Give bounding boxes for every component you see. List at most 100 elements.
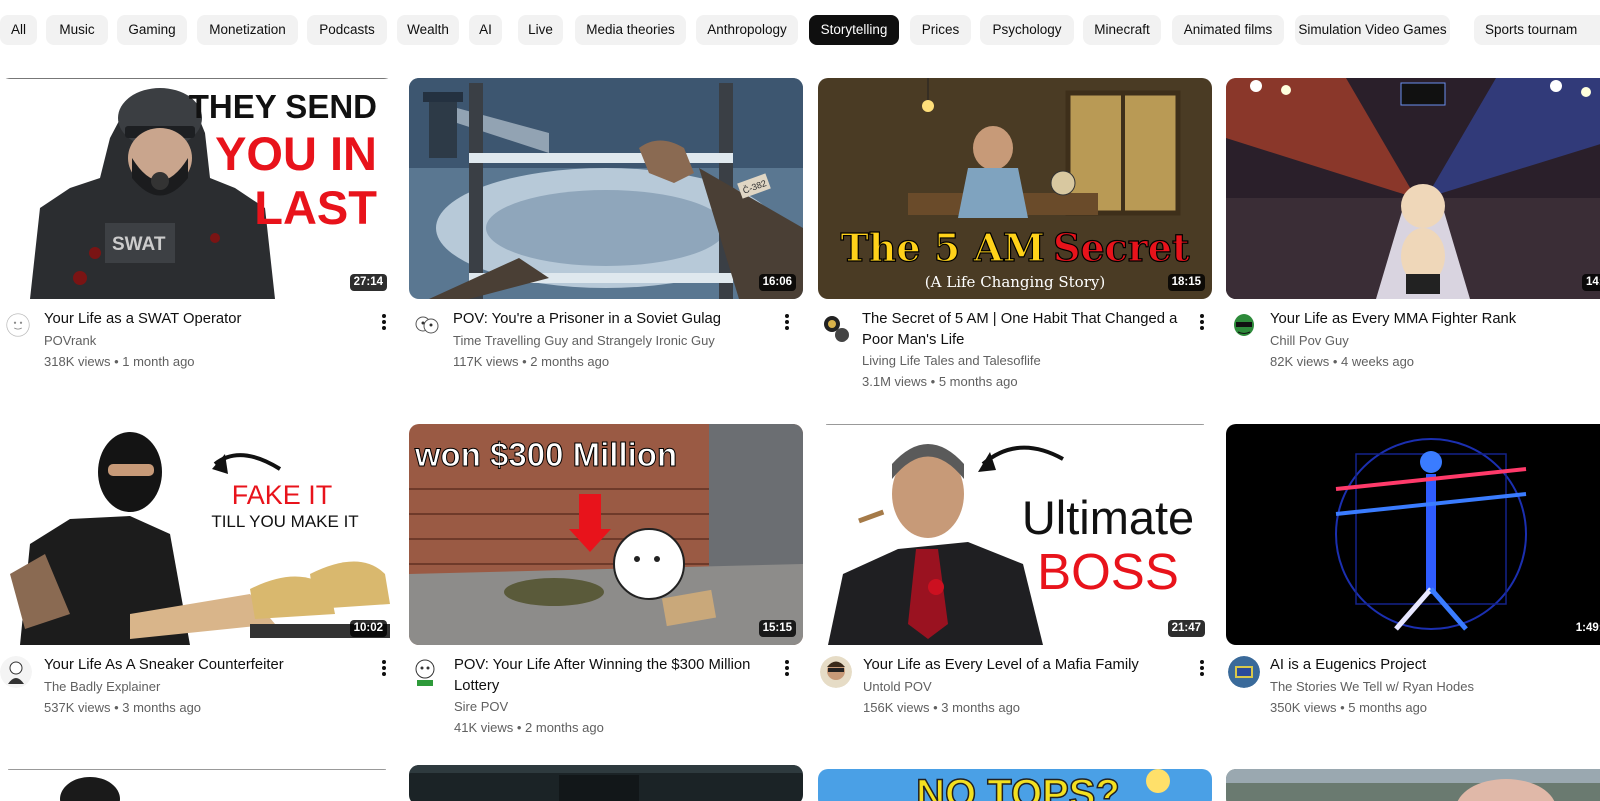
chip-wealth[interactable]: Wealth	[397, 15, 459, 45]
video-title[interactable]: Your Life as a SWAT Operator	[44, 309, 364, 330]
video-thumbnail[interactable]	[1226, 769, 1600, 801]
more-actions-button[interactable]	[1192, 658, 1212, 680]
chip-storytelling[interactable]: Storytelling	[809, 15, 899, 45]
video-stats: 117K views • 2 months ago	[453, 354, 610, 369]
chip-sports-tournaments[interactable]: Sports tournam	[1474, 15, 1600, 45]
video-thumbnail[interactable]: 1:49:1	[1226, 424, 1600, 645]
thumb-text-line1: THEY SEND	[189, 88, 377, 125]
thumb-title-text: The 5 AM Secret	[840, 225, 1189, 270]
thumb-text-main: FAKE IT	[232, 480, 333, 510]
chip-minecraft[interactable]: Minecraft	[1083, 15, 1161, 45]
duration-badge: 15:15	[758, 620, 796, 637]
channel-avatar[interactable]	[6, 313, 30, 337]
chip-animated-films[interactable]: Animated films	[1172, 15, 1284, 45]
channel-avatar[interactable]	[411, 310, 443, 342]
video-thumbnail[interactable]: FAKE IT TILL YOU MAKE IT 10:02	[0, 424, 394, 645]
chip-monetization[interactable]: Monetization	[197, 15, 298, 45]
thumb-text-sub: TILL YOU MAKE IT	[211, 512, 358, 531]
channel-name[interactable]: Untold POV	[863, 677, 1193, 697]
video-thumbnail[interactable]: 14:4	[1226, 78, 1600, 299]
channel-avatar[interactable]	[0, 656, 32, 688]
upload-age: 4 weeks ago	[1341, 354, 1415, 369]
chip-podcasts[interactable]: Podcasts	[307, 15, 387, 45]
chip-prices[interactable]: Prices	[910, 15, 971, 45]
view-count: 156K views	[863, 700, 930, 715]
mma-thumbnail-art	[1226, 78, 1600, 299]
more-actions-button[interactable]	[374, 658, 394, 680]
channel-avatar[interactable]	[820, 312, 852, 344]
chip-anthropology[interactable]: Anthropology	[696, 15, 798, 45]
video-title[interactable]: AI is a Eugenics Project	[1270, 655, 1590, 676]
swat-thumbnail-art: SWAT THEY SEND YOU IN LAST	[0, 78, 394, 299]
video-title[interactable]: Your Life as Every MMA Fighter Rank	[1270, 309, 1590, 330]
channel-name[interactable]: Time Travelling Guy and Strangely Ironic…	[453, 331, 783, 351]
thumb-text-main: won $300 Million	[414, 436, 677, 473]
video-thumbnail[interactable]: Č-382 16:06	[409, 78, 803, 299]
eugenics-thumbnail-art	[1226, 424, 1600, 645]
chip-all[interactable]: All	[0, 15, 37, 45]
video-stats: 41K views • 2 months ago	[454, 720, 604, 735]
video-title[interactable]: Your Life as Every Level of a Mafia Fami…	[863, 655, 1183, 676]
duration-badge: 1:49:1	[1571, 620, 1600, 637]
view-count: 537K views	[44, 700, 111, 715]
counterfeiter-thumbnail-art: FAKE IT TILL YOU MAKE IT	[0, 424, 394, 645]
video-thumbnail[interactable]: SWAT THEY SEND YOU IN LAST 27:14	[0, 78, 394, 299]
channel-avatar[interactable]	[820, 656, 852, 688]
video-thumbnail[interactable]: Ultimate BOSS 21:47	[818, 424, 1212, 645]
thumb-text-main: Ultimate	[1022, 491, 1194, 544]
mafia-thumbnail-art: Ultimate BOSS	[818, 424, 1212, 645]
video-title[interactable]: The Secret of 5 AM | One Habit That Chan…	[862, 309, 1182, 351]
video-thumbnail[interactable]: won $300 Million 15:15	[409, 424, 803, 645]
thumb-text-line3: LAST	[254, 181, 377, 234]
chip-psychology[interactable]: Psychology	[980, 15, 1074, 45]
upload-age: 1 month ago	[122, 354, 195, 369]
upload-age: 5 months ago	[938, 374, 1018, 389]
more-actions-button[interactable]	[777, 312, 797, 334]
chip-media-theories[interactable]: Media theories	[575, 15, 686, 45]
channel-avatar[interactable]	[409, 656, 441, 688]
view-count: 117K views	[453, 354, 519, 369]
more-actions-button[interactable]	[374, 312, 394, 334]
chip-live[interactable]: Live	[518, 15, 563, 45]
lottery-thumbnail-art: won $300 Million	[409, 424, 803, 645]
filter-chip-bar: All Music Gaming Monetization Podcasts W…	[0, 15, 1600, 45]
duration-badge: 27:14	[349, 274, 387, 291]
channel-name[interactable]: The Badly Explainer	[44, 677, 374, 697]
video-title[interactable]: POV: Your Life After Winning the $300 Mi…	[454, 655, 774, 697]
video-stats: 156K views • 3 months ago	[863, 700, 1021, 715]
upload-age: 3 months ago	[941, 700, 1021, 715]
channel-name[interactable]: Sire POV	[454, 697, 784, 717]
chip-music[interactable]: Music	[46, 15, 108, 45]
duration-badge: 18:15	[1167, 274, 1205, 291]
video-title[interactable]: POV: You're a Prisoner in a Soviet Gulag	[453, 309, 773, 330]
channel-name[interactable]: Chill Pov Guy	[1270, 331, 1600, 351]
video-thumbnail[interactable]: The 5 AM Secret (A Life Changing Story) 1…	[818, 78, 1212, 299]
video-title[interactable]: Your Life As A Sneaker Counterfeiter	[44, 655, 364, 676]
upload-age: 2 months ago	[525, 720, 604, 735]
duration-badge: 14:4	[1581, 274, 1600, 291]
view-count: 3.1M views	[862, 374, 928, 389]
chip-ai[interactable]: AI	[469, 15, 502, 45]
view-count: 41K views	[454, 720, 514, 735]
duration-badge: 10:02	[349, 620, 387, 637]
video-stats: 82K views • 4 weeks ago	[1270, 354, 1415, 369]
channel-name[interactable]: POVrank	[44, 331, 374, 351]
upload-age: 3 months ago	[122, 700, 202, 715]
5am-thumbnail-art: The 5 AM Secret (A Life Changing Story)	[818, 78, 1212, 299]
channel-name[interactable]: Living Life Tales and Talesoflife	[862, 351, 1192, 371]
channel-name[interactable]: The Stories We Tell w/ Ryan Hodes	[1270, 677, 1600, 697]
video-stats: 350K views • 5 months ago	[1270, 700, 1428, 715]
view-count: 82K views	[1270, 354, 1330, 369]
video-stats: 537K views • 3 months ago	[44, 700, 202, 715]
thumb-text-line2: YOU IN	[215, 127, 377, 180]
chip-simulation-video-games[interactable]: Simulation Video Games	[1295, 15, 1450, 45]
channel-avatar[interactable]	[1228, 310, 1260, 342]
chip-gaming[interactable]: Gaming	[117, 15, 187, 45]
video-thumbnail[interactable]: NO TOPS?	[818, 769, 1212, 801]
thumb-text-partial: NO TOPS?	[916, 772, 1120, 801]
channel-avatar[interactable]	[1228, 656, 1260, 688]
more-actions-button[interactable]	[777, 658, 797, 680]
video-thumbnail[interactable]	[409, 765, 803, 801]
video-thumbnail[interactable]	[0, 769, 394, 801]
more-actions-button[interactable]	[1192, 312, 1212, 334]
